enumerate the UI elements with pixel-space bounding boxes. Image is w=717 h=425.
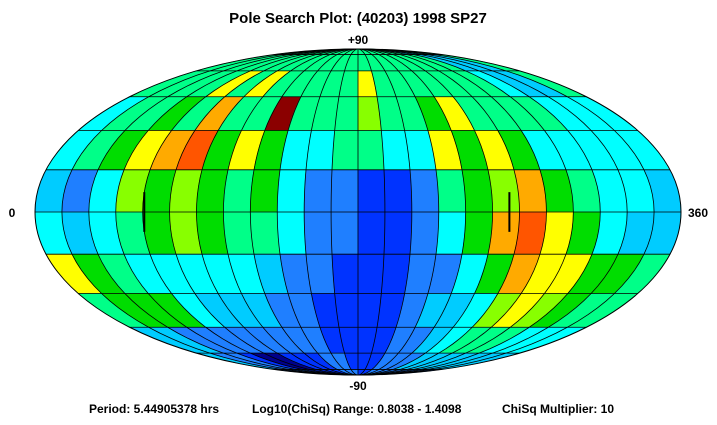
footer: Period: 5.44905378 hrs Log10(ChiSq) Rang… bbox=[0, 402, 717, 422]
pole-search-plot: Pole Search Plot: (40203) 1998 SP27 +90 … bbox=[9, 10, 709, 393]
heatmap-cell bbox=[331, 253, 359, 294]
heatmap-cell bbox=[250, 211, 281, 255]
heatmap-cell bbox=[276, 211, 307, 255]
heatmap-cell bbox=[330, 211, 359, 255]
heatmap-cell bbox=[357, 169, 386, 213]
heatmap-cell bbox=[435, 211, 466, 255]
heatmap-cell bbox=[383, 211, 413, 255]
heatmap-cell bbox=[223, 211, 255, 255]
heatmap-cell bbox=[409, 169, 440, 213]
heatmap-cell bbox=[250, 169, 281, 213]
heatmap-cell bbox=[461, 169, 493, 213]
heatmap-cell bbox=[331, 130, 359, 171]
period-text: Period: 5.44905378 hrs bbox=[89, 402, 220, 416]
label-south-pole: -90 bbox=[349, 379, 367, 393]
heatmap-cell bbox=[330, 169, 359, 213]
heatmap-cell bbox=[303, 169, 333, 213]
label-longitude-360: 360 bbox=[688, 206, 708, 220]
heatmap-cell bbox=[223, 169, 255, 213]
chisq-range-text: Log10(ChiSq) Range: 0.8038 - 1.4098 bbox=[252, 402, 462, 416]
heatmap-cell bbox=[357, 211, 386, 255]
label-longitude-0: 0 bbox=[9, 206, 16, 220]
heatmap-cell bbox=[409, 211, 440, 255]
heatmap-cell bbox=[357, 130, 385, 171]
heatmap-cell bbox=[461, 211, 493, 255]
chisq-multiplier-text: ChiSq Multiplier: 10 bbox=[502, 402, 615, 416]
heatmap-cell bbox=[357, 253, 385, 294]
label-north-pole: +90 bbox=[348, 33, 369, 47]
heatmap-cell bbox=[276, 169, 307, 213]
heatmap-cell bbox=[303, 211, 333, 255]
chart-title: Pole Search Plot: (40203) 1998 SP27 bbox=[229, 10, 487, 27]
heatmap-cell bbox=[435, 169, 466, 213]
heatmap-cell bbox=[383, 169, 413, 213]
